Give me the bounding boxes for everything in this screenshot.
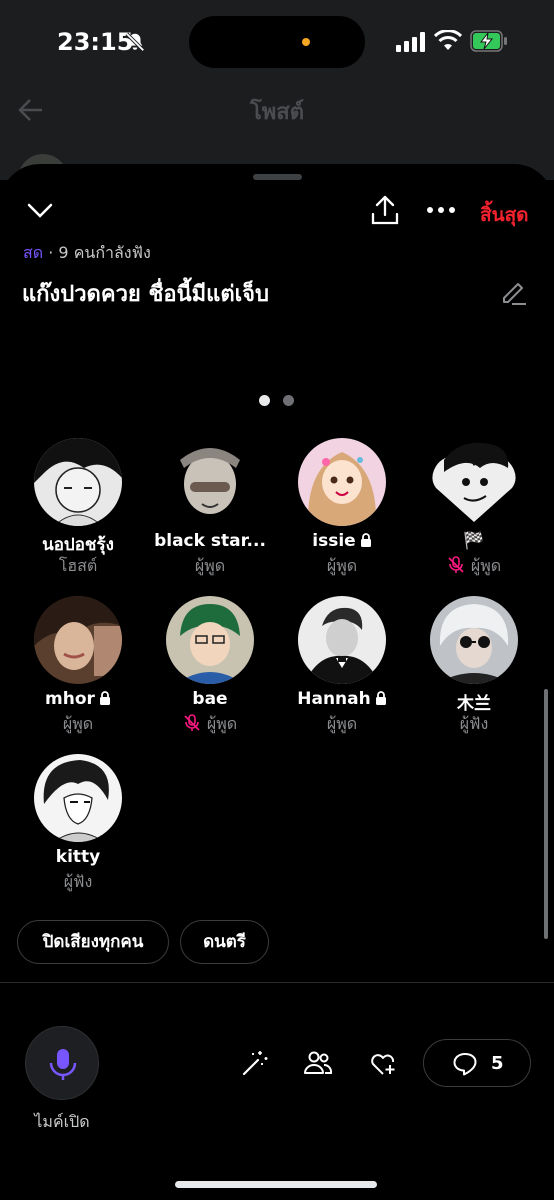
page-dot-active [259,395,270,406]
listener-count: · 9 คนกำลังฟัง [48,243,151,262]
lock-icon [360,533,371,547]
avatar [430,596,518,684]
participant-role-row: ผู้พูด [12,712,144,737]
page-indicator [259,393,307,411]
participant-name-row: issie [276,531,408,551]
mic-toggle-button[interactable] [25,1026,99,1100]
participant-tile[interactable]: black star... ผู้พูด [144,438,276,588]
page-dot-inactive [283,395,294,406]
participant-name-row: bae [144,689,276,709]
live-status-row: สด · 9 คนกำลังฟัง [23,241,151,266]
avatar [34,438,122,526]
share-icon[interactable] [370,194,400,226]
home-indicator[interactable] [175,1181,377,1188]
comment-count: 5 [491,1053,504,1074]
participant-name: issie [312,531,356,551]
participant-name: bae [192,689,228,709]
participant-name: mhor [45,689,95,709]
participant-name-row: black star... [144,531,276,551]
participant-name: black star... [154,531,266,551]
privacy-indicator-dot [302,38,310,46]
avatar [298,438,386,526]
participant-role-row: ผู้พูด [408,554,540,579]
participant-tile[interactable]: Hannah ผู้พูด [276,596,408,746]
participant-tile[interactable]: 🏁 ผู้พูด [408,438,540,588]
more-options-icon[interactable] [426,206,456,214]
participant-role: ผู้ฟัง [63,872,93,891]
wifi-icon [434,30,462,50]
participant-name-row: 木兰 [408,689,540,714]
status-bar: 23:15 [0,0,554,90]
people-icon[interactable] [303,1048,333,1078]
live-badge: สด [23,243,44,262]
mute-all-button[interactable]: ปิดเสียงทุกคน [17,920,169,964]
participant-name: 🏁 [463,531,485,551]
avatar [298,596,386,684]
avatar [34,754,122,842]
participant-role-row: ผู้พูด [144,554,276,579]
participant-tile[interactable]: mhor ผู้พูด [12,596,144,746]
participant-tile[interactable]: bae ผู้พูด [144,596,276,746]
signal-icon [396,32,425,52]
avatar [34,596,122,684]
participant-tile[interactable]: kitty ผู้ฟัง [12,754,144,904]
comments-button[interactable]: 5 [423,1039,531,1087]
avatar [430,438,518,526]
mic-icon [49,1049,77,1080]
space-sheet: สิ้นสุด สด · 9 คนกำลังฟัง แก๊งปวดควย ชื่… [0,164,554,1200]
participant-role: ผู้พูด [206,714,238,733]
collapse-chevron-icon[interactable] [26,200,54,220]
participant-name: นอปอชรุ้ง [42,535,114,555]
status-time: 23:15 [57,28,134,56]
participant-role: ผู้ฟัง [459,714,489,733]
participant-name-row: kitty [12,847,144,867]
end-space-button[interactable]: สิ้นสุด [480,200,529,230]
participant-name: kitty [55,847,101,867]
music-button[interactable]: ดนตรี [180,920,269,964]
battery-charging-icon [470,30,507,52]
participant-name-row: 🏁 [408,531,540,551]
participant-tile[interactable]: issie ผู้พูด [276,438,408,588]
participant-role: ผู้พูด [326,714,358,733]
participant-name-row: Hannah [276,689,408,709]
edit-title-icon[interactable] [500,278,528,306]
participant-role: ผู้พูด [470,556,502,575]
comment-bubble-icon [453,1053,477,1076]
mic-status-label: ไมค์เปิด [34,1112,90,1131]
mic-off-icon [448,556,464,573]
participant-role: ผู้พูด [194,556,226,575]
participant-role-row: ผู้พูด [276,712,408,737]
magic-wand-icon[interactable] [240,1048,270,1078]
space-title: แก๊งปวดควย ชื่อนี้มีแต่เจ็บ [22,282,269,307]
participant-name: 木兰 [457,694,491,714]
participant-role-row: ผู้พูด [276,554,408,579]
participant-tile[interactable]: นอปอชรุ้ง โฮสต์ [12,438,144,588]
lock-icon [375,691,386,705]
mic-off-icon [184,714,200,731]
participant-role-row: ผู้ฟัง [408,712,540,737]
lock-icon [99,691,110,705]
sheet-grabber[interactable] [253,174,302,180]
participant-role: ผู้พูด [62,714,94,733]
bell-off-icon [125,32,145,52]
divider [0,982,554,983]
background-page-title: โพสต์ [249,100,305,125]
avatar [166,438,254,526]
participant-name: Hannah [297,689,371,709]
participant-role: โฮสต์ [58,556,98,575]
participant-role: ผู้พูด [326,556,358,575]
participant-role-row: ผู้พูด [144,712,276,737]
dynamic-island [189,16,365,68]
scrollbar-thumb[interactable] [544,689,548,939]
participant-role-row: ผู้ฟัง [12,870,144,895]
participant-role-row: โฮสต์ [12,554,144,579]
participant-name-row: mhor [12,689,144,709]
react-heart-icon[interactable] [368,1048,398,1078]
avatar [166,596,254,684]
participant-tile[interactable]: 木兰 ผู้ฟัง [408,596,540,746]
